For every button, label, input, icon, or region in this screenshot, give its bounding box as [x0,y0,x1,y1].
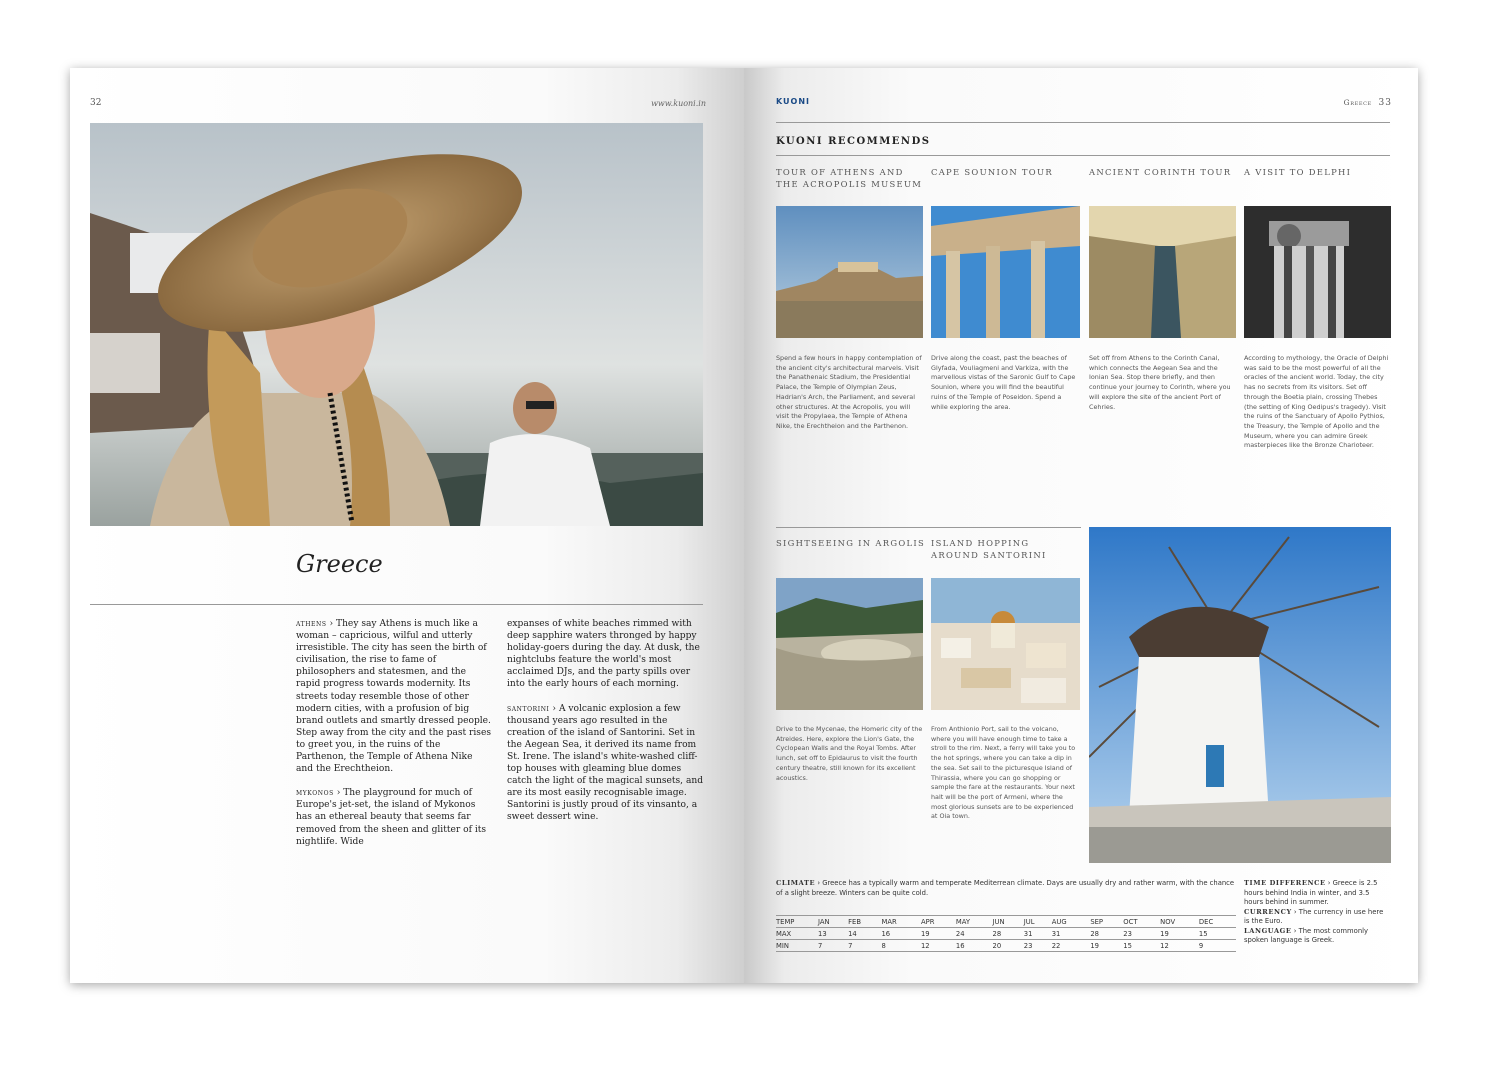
table-cell: 23 [1023,939,1052,952]
table-row: MAX 13 14 16 19 24 28 31 31 28 23 19 15 [776,927,1236,940]
table-cell: JUN [992,915,1024,928]
tour-title-santorini: Island Hopping around Santorini [931,538,1047,560]
table-cell: 31 [1023,927,1052,940]
article-column-1: athens › They say Athens is much like a … [296,618,491,860]
tour-title-corinth: Ancient Corinth Tour [1089,167,1232,177]
left-page: 32 www.kuoni.in Greece athens › They say… [70,68,744,983]
table-cell: MAR [881,915,921,928]
tour-desc-santorini: From Anthionio Port, sail to the volcano… [931,725,1076,821]
facts-panel: TIME DIFFERENCE › Greece is 2.5 hours be… [1244,879,1390,946]
sounion-photo [931,206,1080,338]
table-cell: 15 [1123,939,1161,952]
table-cell: SEP [1090,915,1124,928]
language-fact: LANGUAGE › The most commonly spoken lang… [1244,926,1369,945]
santorini-paragraph: santorini › A volcanic explosion a few t… [507,703,704,823]
article-column-2: expanses of white beaches rimmed with de… [507,618,707,836]
table-header-row: TEMP JAN FEB MAR APR MAY JUN JUL AUG SEP OCT NOV DEC [776,915,1236,928]
table-cell: MAY [955,915,993,928]
section-divider [776,155,1390,156]
tour-title-athens: Tour of Athens and the Acropolis Museum [776,167,923,189]
table-cell: OCT [1123,915,1161,928]
table-cell: 8 [881,939,921,952]
mykonos-continued: expanses of white beaches rimmed with de… [507,619,700,690]
tour-title-sounion: Cape Sounion Tour [931,167,1053,177]
tour-desc-argolis: Drive to the Mycenae, the Homeric city o… [776,725,923,782]
table-cell: TEMP [776,915,818,928]
table-cell: JUL [1023,915,1052,928]
table-cell: 13 [818,927,849,940]
table-cell: 20 [992,939,1024,952]
page-number: 32 [90,98,102,108]
currency-fact: CURRENCY › The currency in use here is t… [1244,907,1384,926]
time-difference-fact: TIME DIFFERENCE › Greece is 2.5 hours be… [1244,879,1378,906]
table-cell: 19 [920,927,956,940]
table-cell: 7 [848,939,882,952]
table-cell: 28 [992,927,1024,940]
table-cell: 12 [1160,939,1199,952]
table-cell: 28 [1090,927,1124,940]
title-divider [90,604,703,605]
table-cell: JAN [818,915,849,928]
table-cell: MIN [776,939,818,952]
table-cell: AUG [1051,915,1091,928]
tour-title-argolis: Sightseeing in Argolis [776,538,925,548]
magazine-spread: 32 www.kuoni.in Greece athens › They say… [70,68,1418,983]
table-cell: FEB [848,915,882,928]
table-cell: 23 [1123,927,1161,940]
mykonos-paragraph: mykonos › The playground for much of Eur… [296,788,487,847]
kuoni-logo: KUONI [776,97,811,106]
table-cell: MAX [776,927,818,940]
table-row: MIN 7 7 8 12 16 20 23 22 19 15 12 9 [776,939,1236,952]
athens-paragraph: athens › They say Athens is much like a … [296,619,492,775]
athens-photo [776,206,923,338]
page-title: Greece [296,550,383,578]
hero-photo [90,123,703,526]
table-cell: 14 [848,927,882,940]
website-url: www.kuoni.in [651,99,706,108]
tour-desc-sounion: Drive along the coast, past the beaches … [931,354,1076,411]
corinth-photo [1089,206,1236,338]
table-cell: 19 [1160,927,1199,940]
table-cell: 7 [818,939,849,952]
table-cell: DEC [1198,915,1236,928]
climate-text: CLIMATE › Greece has a typically warm an… [776,879,1235,897]
table-cell: 16 [881,927,921,940]
table-cell: 22 [1051,939,1091,952]
table-cell: NOV [1160,915,1199,928]
page-header-country: Greece 33 [1343,98,1392,108]
temperature-table: TEMP JAN FEB MAR APR MAY JUN JUL AUG SEP OCT NOV DEC… [776,915,1236,952]
row2-divider [776,527,1081,528]
argolis-photo [776,578,923,710]
table-cell: 12 [920,939,956,952]
table-cell: 31 [1051,927,1091,940]
tour-title-delphi: A Visit to Delphi [1244,167,1352,177]
tour-desc-athens: Spend a few hours in happy contemplation… [776,354,922,430]
table-cell: 9 [1198,939,1236,952]
table-cell: 24 [955,927,993,940]
tour-desc-corinth: Set off from Athens to the Corinth Canal… [1089,354,1231,411]
header-divider [776,122,1390,123]
table-cell: 19 [1090,939,1124,952]
table-cell: APR [920,915,956,928]
santorini-photo [931,578,1080,710]
table-cell: 15 [1198,927,1236,940]
right-page: KUONI Greece 33 KUONI RECOMMENDS Tour of… [744,68,1418,983]
windmill-photo [1089,527,1391,863]
tour-desc-delphi: According to mythology, the Oracle of De… [1244,354,1389,450]
section-title: KUONI RECOMMENDS [776,136,931,147]
table-cell: 16 [955,939,993,952]
delphi-photo [1244,206,1391,338]
